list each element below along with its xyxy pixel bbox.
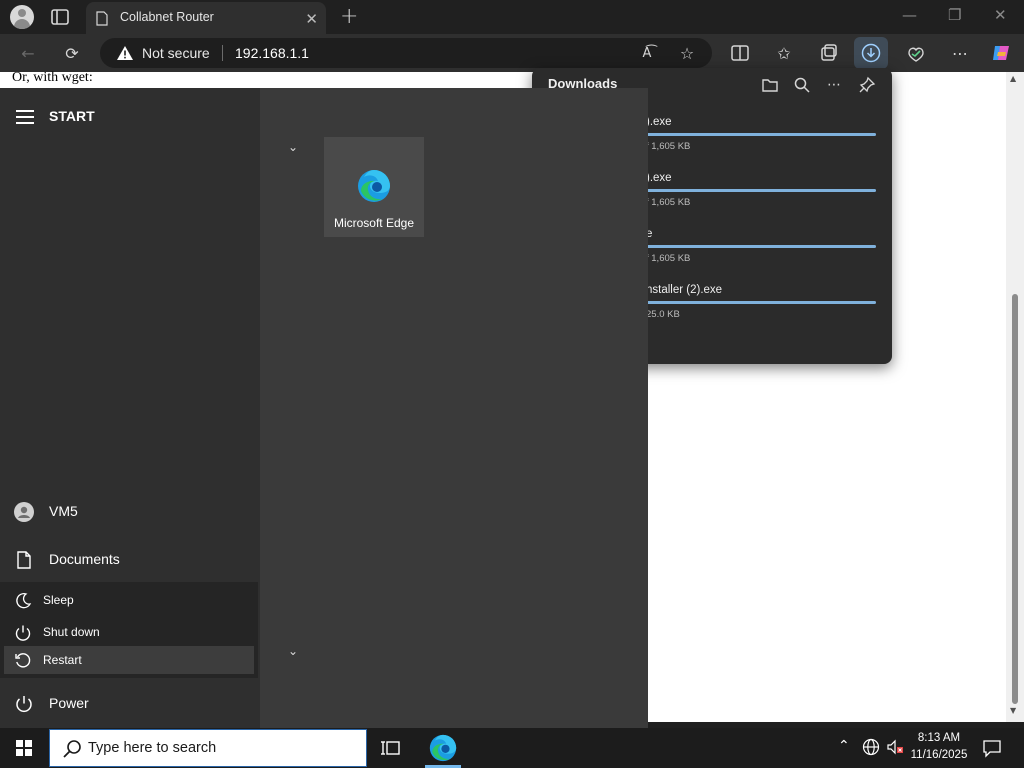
edge-logo-icon [358,170,390,202]
page-icon [96,11,108,26]
search-downloads-icon[interactable] [793,76,811,94]
open-folder-icon[interactable] [761,76,779,94]
browser-toolbar: ← ⟳ Not secure 192.168.1.1 A͡ ☆ ✩ ⋯ [0,34,1024,72]
sleep-moon-icon [16,593,32,609]
download-filename[interactable]: ).exe [646,116,672,128]
windows-start-icon[interactable] [16,740,32,756]
shutdown-label: Shut down [43,625,100,639]
favorite-star-icon[interactable]: ☆ [676,42,698,64]
user-avatar-icon [14,502,34,522]
power-icon [15,625,31,641]
sleep-label: Sleep [43,593,74,607]
download-size: f 1,605 KB [646,197,691,208]
minimize-icon[interactable]: — [902,6,917,24]
download-progress [646,301,876,304]
start-label[interactable]: START [49,108,95,124]
address-separator [222,45,223,61]
chevron-down-icon[interactable]: ⌄ [288,644,298,658]
restart-option[interactable]: Restart [4,646,254,674]
active-tab[interactable]: Collabnet Router ✕ [86,2,326,34]
shutdown-option[interactable]: Shut down [4,618,254,646]
pin-icon[interactable] [858,76,876,94]
tab-title: Collabnet Router [120,10,214,24]
clock-date: 11/16/2025 [910,749,968,761]
taskbar: Type here to search ⌃ 8:13 AM 11/16/2025 [0,728,1024,768]
taskbar-search-box[interactable]: Type here to search [49,729,367,767]
user-account-item[interactable]: VM5 [0,492,260,532]
power-label: Power [49,695,89,711]
warning-icon[interactable] [116,45,134,61]
page-scrollbar[interactable]: ▲ ▼ [1006,72,1024,722]
user-name: VM5 [49,503,78,519]
hamburger-menu-icon[interactable] [16,110,34,128]
documents-label: Documents [49,551,120,567]
collections-icon[interactable] [817,42,839,64]
edge-taskbar-icon[interactable] [429,734,457,762]
power-icon [16,696,32,713]
volume-muted-icon[interactable] [886,738,904,756]
scroll-up-icon[interactable]: ▲ [1010,74,1016,83]
split-screen-icon[interactable] [729,42,751,64]
download-size: 25.0 KB [646,309,680,320]
scroll-down-icon[interactable]: ▼ [1010,706,1016,715]
more-downloads-options-icon[interactable]: ⋯ [825,76,843,94]
tile-label: Microsoft Edge [333,216,415,230]
power-options-menu: Sleep Shut down Restart [0,582,258,678]
document-icon [17,551,31,569]
sleep-option[interactable]: Sleep [4,586,254,614]
download-progress [646,133,876,136]
download-size: f 1,605 KB [646,253,691,264]
search-placeholder[interactable]: Type here to search [88,740,216,756]
tab-bar: Collabnet Router ✕ + — ❐ ✕ [0,0,1024,34]
address-bar[interactable]: Not secure 192.168.1.1 A͡ ☆ [100,38,712,68]
documents-item[interactable]: Documents [0,540,260,580]
copilot-icon[interactable] [990,42,1012,64]
refresh-icon[interactable]: ⟳ [61,42,83,64]
start-sidebar: START VM5 Documents Sleep Shut down Rest… [0,88,260,728]
start-menu: START VM5 Documents Sleep Shut down Rest… [0,88,648,728]
search-icon [63,740,81,758]
download-progress [646,245,876,248]
microsoft-edge-tile[interactable]: Microsoft Edge [324,137,424,237]
new-tab-icon[interactable]: + [340,4,358,29]
back-icon[interactable]: ← [17,42,39,64]
page-text: Or, with wget: [12,70,93,85]
security-label[interactable]: Not secure [142,45,210,61]
more-options-icon[interactable]: ⋯ [949,42,971,64]
downloads-button[interactable] [854,37,888,69]
scroll-thumb[interactable] [1012,294,1018,704]
download-progress [646,189,876,192]
browser-essentials-icon[interactable] [905,42,927,64]
download-icon [861,43,881,63]
restore-icon[interactable]: ❐ [948,6,961,24]
download-filename[interactable]: nstaller (2).exe [646,284,722,296]
show-hidden-icons-icon[interactable]: ⌃ [838,738,850,754]
restart-label: Restart [43,653,82,667]
read-aloud-icon[interactable]: A͡ [636,42,658,64]
favorites-icon[interactable]: ✩ [773,42,795,64]
clock-time: 8:13 AM [917,732,961,744]
power-item[interactable]: Power [0,684,260,724]
network-globe-icon[interactable] [862,738,880,756]
tab-actions-icon[interactable] [50,8,70,26]
task-view-icon[interactable] [378,734,406,762]
profile-avatar[interactable] [10,5,34,29]
download-size: f 1,605 KB [646,141,691,152]
close-window-icon[interactable]: ✕ [994,6,1007,24]
chevron-down-icon[interactable]: ⌄ [288,140,298,154]
restart-icon [15,653,31,668]
close-tab-icon[interactable]: ✕ [305,10,318,28]
notifications-icon[interactable] [982,738,1002,758]
system-clock[interactable]: 8:13 AM 11/16/2025 [906,730,972,764]
url-text[interactable]: 192.168.1.1 [235,45,309,61]
download-filename[interactable]: ).exe [646,172,672,184]
